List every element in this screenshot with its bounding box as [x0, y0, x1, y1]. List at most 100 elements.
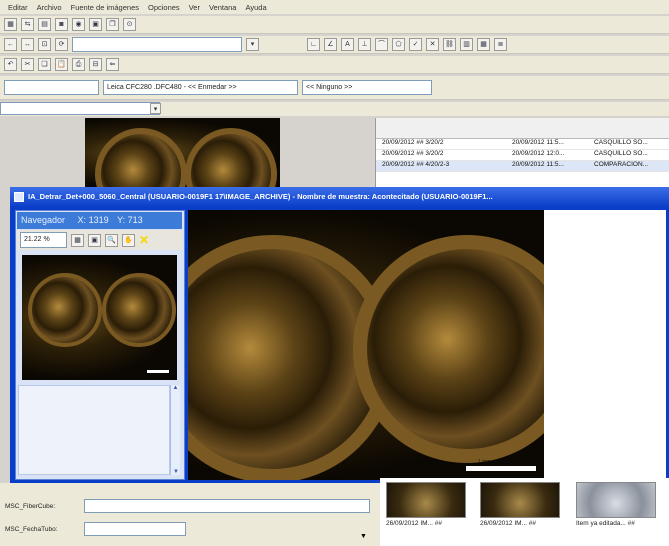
- left-panel-bg: [0, 118, 85, 188]
- coin-shape: [95, 128, 187, 188]
- scale-bar: [147, 370, 169, 373]
- print-icon[interactable]: ⎙: [72, 58, 85, 71]
- window-app-icon: [14, 192, 24, 202]
- list-item[interactable]: 20/09/2012 ## 3/20/2 20/09/2012 11:5... …: [376, 139, 669, 150]
- preview-icon[interactable]: ⊟: [89, 58, 102, 71]
- list-header: [376, 118, 669, 139]
- back-icon[interactable]: ⇐: [106, 58, 119, 71]
- menu-item-ver[interactable]: Ver: [189, 3, 200, 12]
- left-combo[interactable]: [0, 102, 160, 115]
- field-label-fibercube: MSC_FiberCube:: [5, 503, 56, 510]
- zoom-icon[interactable]: 🔍: [105, 233, 118, 247]
- list-item[interactable]: 20/09/2012 ## 3/20/2 20/09/2012 12:0... …: [376, 150, 669, 161]
- field-label-fechatubo: MSC_FechaTubo:: [5, 526, 58, 533]
- zoom-combo[interactable]: 21.22 %: [20, 232, 67, 248]
- background-image: [85, 118, 280, 188]
- thumbnail-image[interactable]: [386, 482, 466, 518]
- copy2-icon[interactable]: ❏: [38, 58, 51, 71]
- layers-icon[interactable]: ≣: [494, 38, 507, 51]
- fibercube-field[interactable]: [84, 499, 370, 513]
- properties-panel: MSC_FiberCube: MSC_FechaTubo: ▼: [0, 483, 380, 546]
- list-cell: 20/09/2012 11:5...: [512, 139, 564, 146]
- image-combo[interactable]: [72, 37, 242, 52]
- record-icon[interactable]: ◉: [72, 18, 85, 31]
- navigator-toolbar: 21.22 % ▦ ▣ 🔍 ✋ ✕: [17, 230, 182, 250]
- grid-icon[interactable]: ▦: [4, 18, 17, 31]
- toolbar-row-1: ▦ ⇆ ▤ ◙ ◉ ▣ ❐ ⊙: [0, 16, 669, 34]
- panel-icon[interactable]: ▥: [460, 38, 473, 51]
- undo-icon[interactable]: ↶: [4, 58, 17, 71]
- copy-icon[interactable]: ❐: [106, 18, 119, 31]
- x-label: X:: [77, 215, 87, 225]
- filter-combo[interactable]: Leica CFC280 .DFC480 - << Enmedar >>: [103, 80, 298, 95]
- polygon-icon[interactable]: ⬠: [392, 38, 405, 51]
- menu-item-archivo[interactable]: Archivo: [37, 3, 62, 12]
- arrow-left-icon[interactable]: ←: [4, 38, 17, 51]
- camera-icon[interactable]: ◙: [55, 18, 68, 31]
- menu-item-opciones[interactable]: Opciones: [148, 3, 180, 12]
- angle-icon[interactable]: ∠: [324, 38, 337, 51]
- coin-shape: [185, 128, 277, 188]
- thumbnail-label: 26/09/2012 IM... ##: [480, 520, 537, 527]
- navigator-thumbnail[interactable]: [22, 255, 177, 380]
- dropdown-icon[interactable]: ▾: [246, 38, 259, 51]
- layout-icon[interactable]: ▤: [38, 18, 51, 31]
- viewer-title: IA_Detrar_Det+000_5060_Central (USUARIO-…: [28, 192, 493, 201]
- grid-icon[interactable]: ▦: [71, 233, 84, 247]
- thumbnail-label: 26/09/2012 IM... ##: [386, 520, 443, 527]
- dropdown-left-icon[interactable]: ▾: [150, 103, 161, 114]
- ruler-icon[interactable]: ⊥: [358, 38, 371, 51]
- zoom-fit-icon[interactable]: ⊡: [38, 38, 51, 51]
- viewer-title-bar[interactable]: IA_Detrar_Det+000_5060_Central (USUARIO-…: [10, 187, 669, 207]
- coin-shape: [28, 273, 102, 347]
- text-icon[interactable]: A: [341, 38, 354, 51]
- main-scale-bar: [466, 466, 536, 471]
- list-cell: 20/09/2012 ## 3/20/2: [382, 139, 444, 146]
- hand-icon[interactable]: ✋: [122, 233, 135, 247]
- window-icon[interactable]: ▣: [89, 18, 102, 31]
- nav-icon[interactable]: ⇆: [21, 18, 34, 31]
- menu-item-editar[interactable]: Editar: [8, 3, 28, 12]
- arc-icon[interactable]: ⌒: [375, 38, 388, 51]
- refresh-icon[interactable]: ⟳: [55, 38, 68, 51]
- menu-item-fuente[interactable]: Fuente de imágenes: [71, 3, 139, 12]
- save-icon[interactable]: ▣: [88, 233, 101, 247]
- close-icon[interactable]: ✕: [139, 233, 149, 247]
- scroll-down-icon[interactable]: ▼: [360, 533, 367, 540]
- navigator-scrollbar[interactable]: ▲ ▼: [170, 385, 180, 475]
- list-item[interactable]: 20/09/2012 ## 4/20/2-3 20/09/2012 11:5..…: [376, 161, 669, 172]
- link-icon[interactable]: ⛓: [443, 38, 456, 51]
- records-list: 20/09/2012 ## 3/20/2 20/09/2012 11:5... …: [375, 118, 669, 188]
- thumbnail-label: Item ya editada... ##: [576, 520, 635, 527]
- measure-icon[interactable]: ∟: [307, 38, 320, 51]
- menu-item-ventana[interactable]: Ventana: [209, 3, 237, 12]
- cross-icon[interactable]: ✕: [426, 38, 439, 51]
- cut-icon[interactable]: ✂: [21, 58, 34, 71]
- second-combo[interactable]: << Ninguno >>: [302, 80, 432, 95]
- viewer-empty-area: [544, 210, 666, 480]
- thumbnail-image[interactable]: [480, 482, 560, 518]
- menu-item-ayuda[interactable]: Ayuda: [245, 3, 266, 12]
- list-cell: CASQUILLO SO...: [594, 150, 648, 157]
- main-image-view[interactable]: 1 mm: [188, 210, 544, 480]
- navigator-info-area: [18, 385, 170, 475]
- coin-shape: [353, 235, 544, 463]
- target-icon[interactable]: ⊙: [123, 18, 136, 31]
- arrow-double-icon[interactable]: ↔: [21, 38, 34, 51]
- blank-combo[interactable]: [4, 80, 99, 95]
- scroll-down-icon[interactable]: ▼: [171, 469, 181, 475]
- coin-shape: [102, 273, 176, 347]
- thumbnail-strip: 26/09/2012 IM... ## 26/09/2012 IM... ## …: [380, 478, 669, 546]
- list-cell: 20/09/2012 12:0...: [512, 150, 565, 157]
- toolbar-row-2: ← ↔ ⊡ ⟳ ▾ ∟ ∠ A ⊥ ⌒ ⬠ ✓ ✕ ⛓ ▥ ▦ ≣: [0, 36, 669, 54]
- y-label: Y:: [117, 215, 126, 225]
- scroll-up-icon[interactable]: ▲: [171, 385, 180, 391]
- fechatubo-field[interactable]: [84, 522, 186, 536]
- list-cell: 20/09/2012 ## 3/20/2: [382, 150, 444, 157]
- list-cell: 20/09/2012 11:5...: [512, 161, 564, 168]
- paste-icon[interactable]: 📋: [55, 58, 68, 71]
- thumbnail-image[interactable]: [576, 482, 656, 518]
- list-cell: CASQUILLO SO...: [594, 139, 648, 146]
- check-icon[interactable]: ✓: [409, 38, 422, 51]
- grid-view-icon[interactable]: ▦: [477, 38, 490, 51]
